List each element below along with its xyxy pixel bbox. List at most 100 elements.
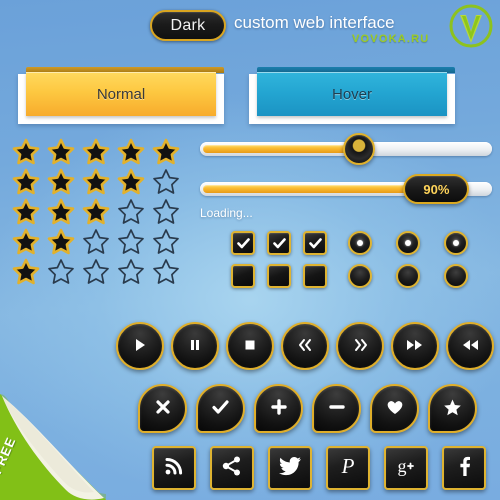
action-button-row <box>138 384 486 436</box>
action-button-confirm[interactable] <box>196 384 245 433</box>
radio-cell <box>396 231 444 264</box>
media-button-cell <box>391 322 446 376</box>
star-empty-icon[interactable] <box>82 258 117 288</box>
ribbon-face[interactable]: Normal <box>26 72 216 116</box>
dark-theme-badge-label: Dark <box>170 16 206 34</box>
close-x-icon <box>154 398 172 419</box>
star-empty-icon[interactable] <box>82 228 117 258</box>
media-button-cell <box>336 322 391 376</box>
action-button-remove[interactable] <box>312 384 361 433</box>
media-button-previous[interactable] <box>281 322 329 370</box>
media-button-cell <box>116 322 171 376</box>
button-normal-state[interactable]: Normal <box>18 62 224 126</box>
star-empty-icon[interactable] <box>117 258 152 288</box>
social-button-google-plus[interactable]: g <box>384 446 428 490</box>
star-filled-icon[interactable] <box>82 198 117 228</box>
star-filled-icon[interactable] <box>47 198 82 228</box>
checkbox-unchecked[interactable] <box>303 264 327 288</box>
action-button-cell <box>138 384 196 436</box>
social-button-cell: P <box>326 446 384 492</box>
radio-unselected[interactable] <box>348 264 372 288</box>
checkbox-cell <box>267 231 303 264</box>
star-filled-icon[interactable] <box>117 138 152 168</box>
media-button-play[interactable] <box>116 322 164 370</box>
double-chevron-left-icon <box>295 336 315 357</box>
media-button-pause[interactable] <box>171 322 219 370</box>
star-filled-icon[interactable] <box>12 198 47 228</box>
social-button-facebook[interactable] <box>442 446 486 490</box>
social-button-share[interactable] <box>210 446 254 490</box>
star-empty-icon[interactable] <box>152 258 187 288</box>
media-button-cell <box>281 322 336 376</box>
radio-selected[interactable] <box>396 231 420 255</box>
star-empty-icon[interactable] <box>117 228 152 258</box>
action-button-close[interactable] <box>138 384 187 433</box>
action-button-favorite[interactable] <box>370 384 419 433</box>
header: Dark custom web interface VOVOKA.RU <box>0 0 500 56</box>
slider-handle[interactable] <box>343 133 375 165</box>
social-button-cell <box>442 446 500 492</box>
minus-icon <box>328 398 346 419</box>
social-button-rss[interactable] <box>152 446 196 490</box>
star-rating-row[interactable] <box>12 228 188 258</box>
star-rating-row[interactable] <box>12 198 188 228</box>
radio-dot-icon <box>453 240 459 246</box>
radio-unselected[interactable] <box>396 264 420 288</box>
dark-theme-badge: Dark <box>150 10 226 41</box>
checkbox-cell <box>231 231 267 264</box>
checkbox-unchecked[interactable] <box>267 264 291 288</box>
star-filled-icon[interactable] <box>47 168 82 198</box>
social-button-cell: g <box>384 446 442 492</box>
radio-unselected[interactable] <box>444 264 468 288</box>
star-filled-icon[interactable] <box>12 168 47 198</box>
star-empty-icon[interactable] <box>47 258 82 288</box>
media-button-fast-forward[interactable] <box>391 322 439 370</box>
media-button-stop[interactable] <box>226 322 274 370</box>
star-filled-icon[interactable] <box>82 168 117 198</box>
star-filled-icon[interactable] <box>117 168 152 198</box>
double-chevron-right-icon <box>350 336 370 357</box>
checkbox-group <box>231 231 339 297</box>
free-label: FREE <box>0 434 19 476</box>
star-rating-row[interactable] <box>12 168 188 198</box>
radio-selected[interactable] <box>348 231 372 255</box>
star-filled-icon[interactable] <box>47 138 82 168</box>
star-filled-icon[interactable] <box>12 228 47 258</box>
radio-selected[interactable] <box>444 231 468 255</box>
button-hover-state[interactable]: Hover <box>249 62 455 126</box>
action-button-cell <box>254 384 312 436</box>
star-filled-icon[interactable] <box>12 138 47 168</box>
progress-value-badge[interactable]: 90% <box>403 174 470 204</box>
pause-icon <box>187 337 203 356</box>
star-filled-icon[interactable] <box>12 258 47 288</box>
check-icon <box>272 237 286 250</box>
star-filled-icon[interactable] <box>47 228 82 258</box>
star-filled-icon[interactable] <box>82 138 117 168</box>
ribbon-face[interactable]: Hover <box>257 72 447 116</box>
slider-fill <box>203 145 361 153</box>
social-button-twitter[interactable] <box>268 446 312 490</box>
media-button-cell <box>171 322 226 376</box>
checkbox-checked[interactable] <box>303 231 327 255</box>
action-button-star[interactable] <box>428 384 477 433</box>
check-icon <box>211 398 230 419</box>
star-rating-group <box>12 138 188 288</box>
checkbox-checked[interactable] <box>231 231 255 255</box>
social-button-pinterest[interactable]: P <box>326 446 370 490</box>
checkbox-unchecked[interactable] <box>231 264 255 288</box>
checkbox-checked[interactable] <box>267 231 291 255</box>
star-filled-icon[interactable] <box>152 138 187 168</box>
checkbox-row <box>231 264 339 297</box>
star-empty-icon[interactable] <box>152 228 187 258</box>
radio-row <box>348 264 492 297</box>
star-rating-row[interactable] <box>12 138 188 168</box>
star-empty-icon[interactable] <box>152 168 187 198</box>
media-button-next[interactable] <box>336 322 384 370</box>
action-button-add[interactable] <box>254 384 303 433</box>
media-button-rewind[interactable] <box>446 322 494 370</box>
plus-icon <box>270 398 288 419</box>
page-title: custom web interface <box>234 13 395 32</box>
star-empty-icon[interactable] <box>117 198 152 228</box>
star-rating-row[interactable] <box>12 258 188 288</box>
star-empty-icon[interactable] <box>152 198 187 228</box>
